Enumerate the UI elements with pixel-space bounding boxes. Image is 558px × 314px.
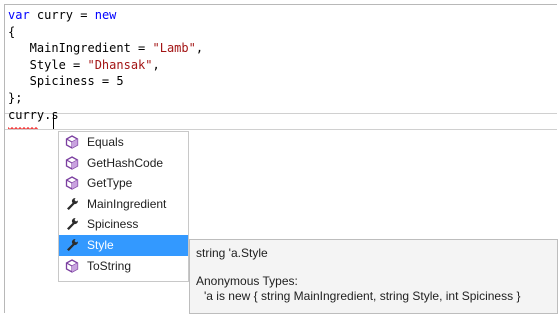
code-token: curry = — [29, 8, 95, 22]
code-token: curry.s — [8, 107, 59, 122]
intellisense-completion-list[interactable]: Equals GetHashCode GetType MainIngredient Sp… — [58, 131, 189, 282]
completion-item-label: GetHashCode — [87, 155, 164, 170]
code-token: MainIngredient = — [8, 41, 153, 56]
code-line: curry.s — [8, 107, 203, 124]
string-token: "Lamb" — [152, 41, 196, 56]
string-token: "Dhansak" — [87, 57, 153, 72]
completion-item-gethashcode[interactable]: GetHashCode — [59, 153, 188, 174]
completion-item-label: GetType — [87, 176, 133, 191]
code-line: MainIngredient = "Lamb", — [8, 40, 203, 57]
completion-item-label: ToString — [87, 258, 132, 273]
completion-item-gettype[interactable]: GetType — [59, 173, 188, 194]
code-line: }; — [8, 90, 203, 107]
code-token: Style = — [8, 57, 88, 72]
code-line: { — [8, 24, 203, 41]
property-icon — [65, 238, 79, 252]
completion-item-style[interactable]: Style — [59, 234, 188, 256]
code-token: , — [152, 57, 160, 72]
completion-item-mainingredient[interactable]: MainIngredient — [59, 194, 188, 215]
code-line: Spiciness = 5 — [8, 73, 203, 90]
completion-item-label: MainIngredient — [87, 196, 167, 211]
code-token: , — [195, 41, 204, 56]
tooltip-anon-heading: Anonymous Types: — [196, 274, 298, 288]
completion-item-equals[interactable]: Equals — [59, 132, 188, 153]
completion-item-label: Style — [87, 237, 114, 252]
tooltip-signature: string 'a.Style — [196, 246, 268, 260]
method-icon — [65, 258, 79, 273]
method-icon — [65, 176, 79, 190]
quickinfo-tooltip: string 'a.Style Anonymous Types: 'a is n… — [189, 239, 558, 314]
error-squiggle — [8, 127, 38, 130]
completion-item-label: Equals — [87, 135, 124, 149]
keyword-token: new — [94, 8, 117, 22]
keyword-token: var — [8, 8, 30, 22]
text-caret — [53, 114, 54, 129]
completion-item-tostring[interactable]: ToString — [59, 256, 188, 277]
completion-item-label: Spiciness — [87, 217, 139, 232]
method-icon — [65, 155, 79, 170]
code-text[interactable]: var curry = new{ MainIngredient = "Lamb"… — [8, 7, 203, 123]
property-icon — [65, 217, 79, 231]
property-icon — [65, 197, 79, 211]
code-line: Style = "Dhansak", — [8, 57, 203, 74]
method-icon — [65, 135, 79, 149]
tooltip-anon-detail: 'a is new { string MainIngredient, strin… — [204, 289, 521, 303]
code-token: }; — [8, 90, 23, 105]
code-token: Spiciness = 5 — [8, 74, 124, 89]
code-line: var curry = new — [8, 7, 203, 24]
code-token: { — [8, 24, 16, 39]
completion-item-spiciness[interactable]: Spiciness — [59, 214, 188, 235]
